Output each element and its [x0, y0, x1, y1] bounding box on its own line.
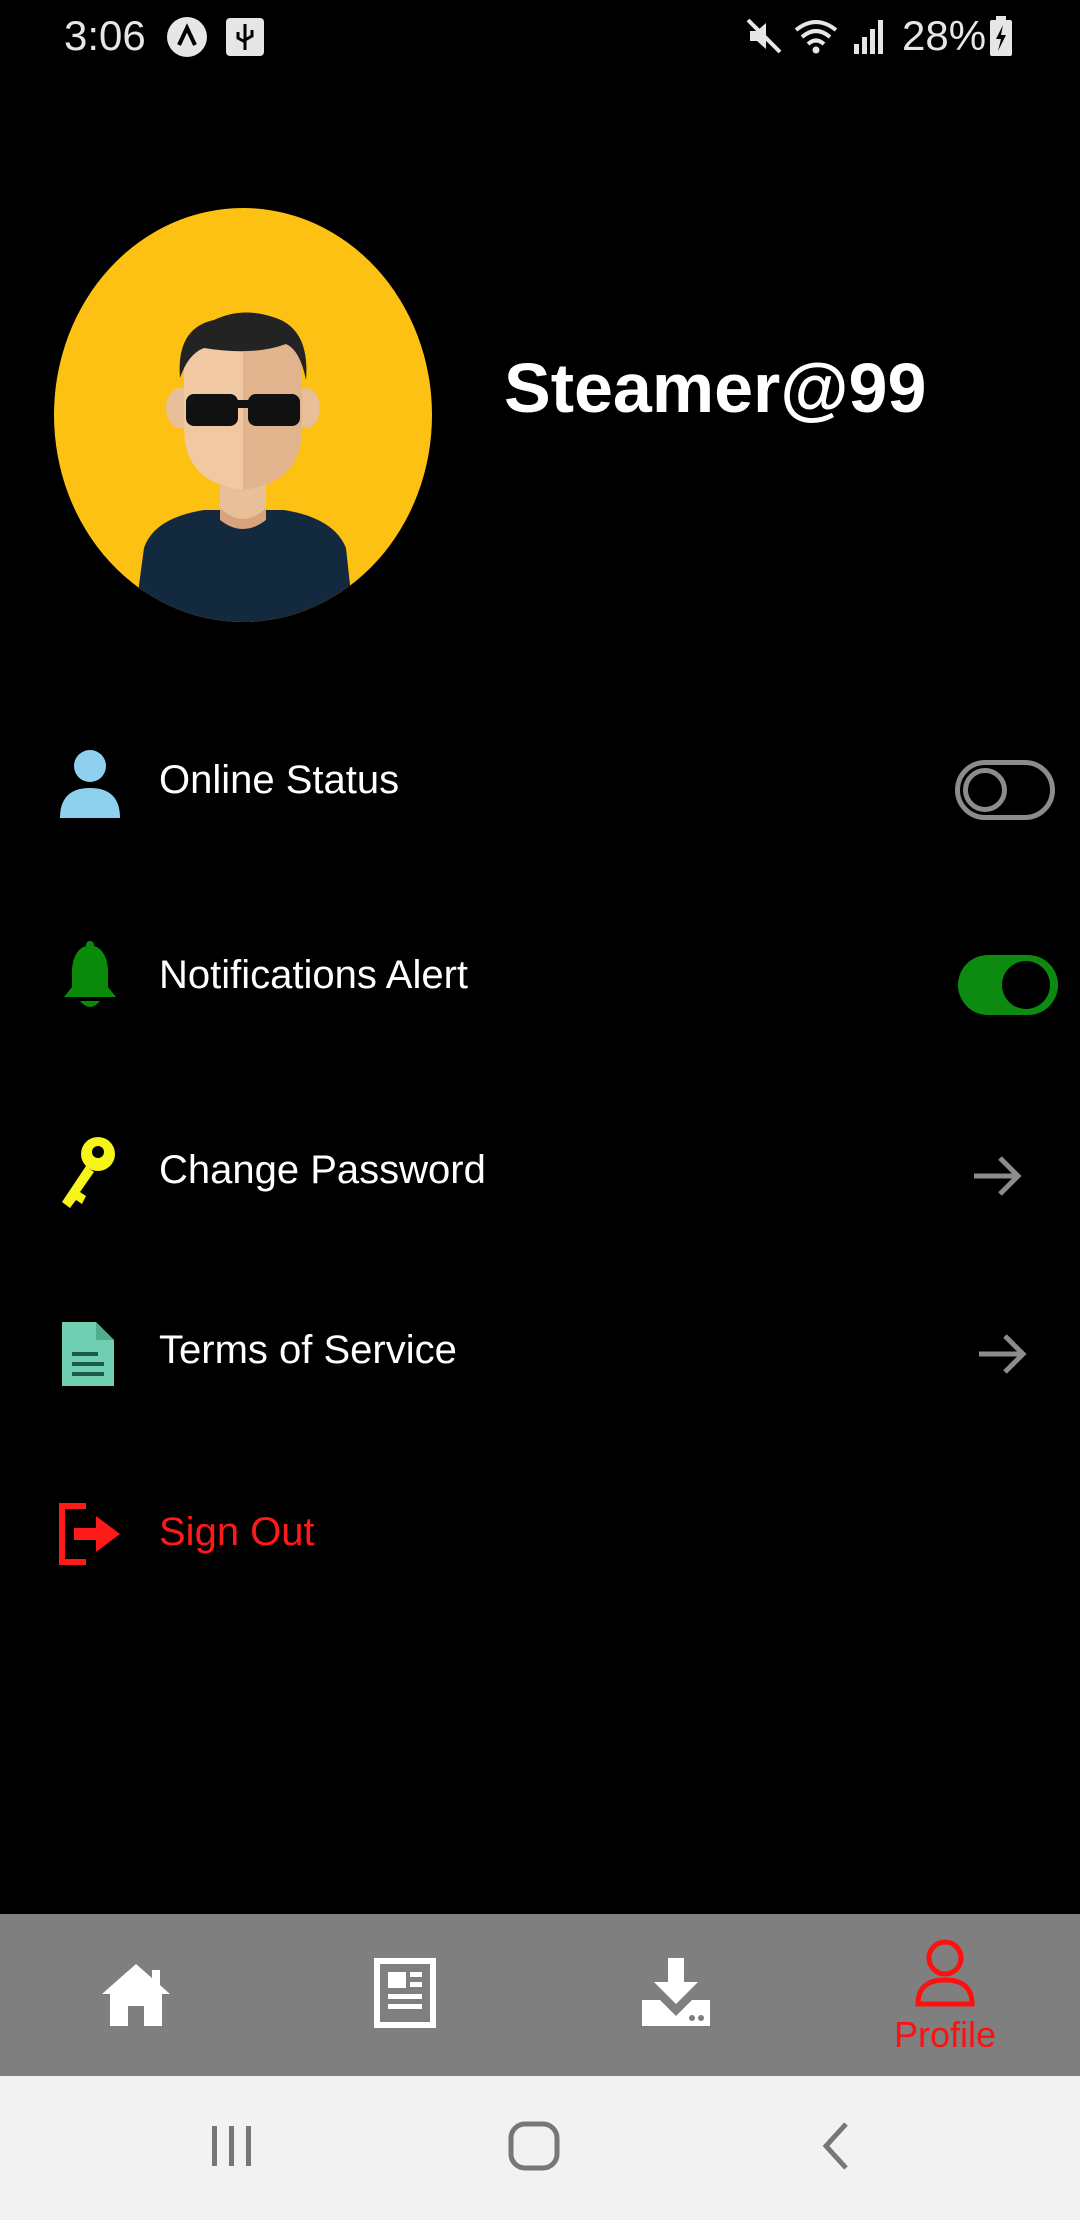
sign-out-icon [56, 1496, 124, 1572]
online-status-row: Online Status [0, 740, 1080, 830]
notifications-label: Notifications Alert [159, 953, 469, 997]
signal-icon [852, 16, 888, 66]
home-circle-icon[interactable] [506, 2116, 562, 2181]
avatar[interactable] [54, 208, 432, 622]
tab-news[interactable] [270, 1914, 540, 2076]
sign-out-label: Sign Out [159, 1510, 315, 1554]
avatar-illustration [134, 312, 354, 622]
recent-apps-icon[interactable] [208, 2116, 256, 2181]
profile-screen: 3:06 28% Steamer@99 Online Status Notifi… [0, 0, 1080, 2220]
status-bar: 3:06 28% [0, 0, 1080, 72]
notifications-toggle[interactable] [958, 955, 1058, 1015]
back-icon[interactable] [816, 2116, 856, 2181]
a-badge-icon [166, 16, 208, 68]
toggle-knob [963, 768, 1007, 812]
tab-home[interactable] [0, 1914, 270, 2076]
toggle-knob [1002, 961, 1050, 1009]
newspaper-icon [374, 1958, 436, 2028]
bell-icon [56, 939, 124, 1015]
arrow-right-icon[interactable] [970, 1154, 1024, 1198]
status-time: 3:06 [64, 12, 146, 59]
sign-out-row[interactable]: Sign Out [0, 1492, 1080, 1582]
mute-icon [744, 16, 784, 66]
terms-label: Terms of Service [159, 1328, 457, 1372]
terms-row[interactable]: Terms of Service [0, 1310, 1080, 1400]
wifi-icon [792, 16, 840, 66]
tab-profile-label: Profile [893, 2014, 997, 2055]
change-password-label: Change Password [159, 1148, 486, 1192]
battery-percent: 28% [902, 12, 987, 59]
online-status-label: Online Status [159, 758, 400, 802]
person-outline-icon [915, 1939, 975, 2007]
username: Steamer@99 [504, 349, 927, 427]
person-icon [56, 744, 124, 820]
tab-downloads[interactable] [540, 1914, 810, 2076]
home-icon [102, 1964, 170, 2026]
notifications-row: Notifications Alert [0, 935, 1080, 1025]
download-icon [642, 1958, 710, 2026]
battery-charging-icon [988, 16, 1014, 68]
system-nav-bar [0, 2076, 1080, 2220]
bottom-tab-bar: Profile [0, 1914, 1080, 2076]
usb-icon [224, 16, 266, 68]
online-status-toggle[interactable] [955, 760, 1055, 820]
document-icon [56, 1314, 124, 1390]
change-password-row[interactable]: Change Password [0, 1130, 1080, 1220]
arrow-right-icon[interactable] [975, 1332, 1029, 1376]
key-icon [56, 1134, 124, 1210]
tab-profile[interactable]: Profile [810, 1914, 1080, 2076]
